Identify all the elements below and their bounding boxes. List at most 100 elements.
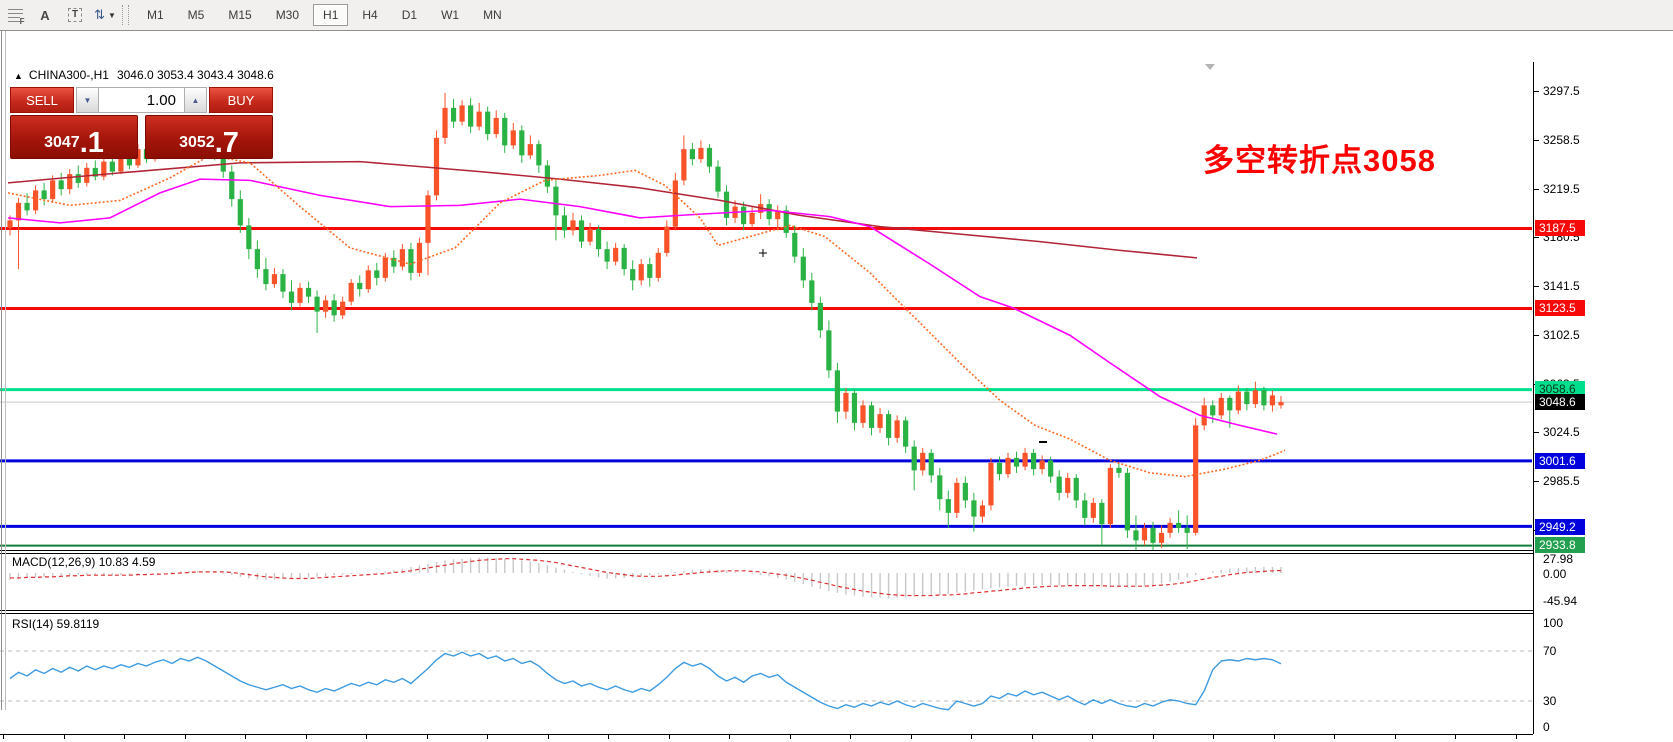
time-tick (548, 735, 549, 739)
axis-tickmark (1534, 189, 1539, 190)
window-left-edge (1, 31, 2, 710)
axis-tick-label: 30 (1543, 694, 1556, 708)
crosshair-icon[interactable]: F (3, 4, 27, 26)
sell-price-box[interactable]: 3047.1 (10, 115, 138, 159)
time-tick (1455, 735, 1456, 739)
text-icon[interactable]: A (33, 4, 57, 26)
ma-fast (8, 155, 1285, 476)
time-tick (608, 735, 609, 739)
buy-price-box[interactable]: 3052.7 (145, 115, 273, 159)
price-axis[interactable]: 3297.53258.53219.53180.53141.53102.53063… (1533, 62, 1673, 734)
time-tick (1274, 735, 1275, 739)
time-tick (427, 735, 428, 739)
ohlc-values: 3046.0 3053.4 3043.4 3048.6 (117, 68, 274, 82)
time-tick (729, 735, 730, 739)
ma-slow (8, 162, 1197, 258)
axis-tick-label: 2985.5 (1543, 474, 1580, 488)
horizontal-levels-layer (0, 229, 1532, 546)
sell-price-main: 3047 (44, 134, 80, 152)
time-tick (669, 735, 670, 739)
chart-shift-marker-icon[interactable] (1205, 64, 1215, 70)
volume-increase-button[interactable]: ▲ (184, 87, 207, 113)
sell-button[interactable]: SELL (10, 87, 74, 113)
time-tick (850, 735, 851, 739)
price-level-badge: 3187.5 (1535, 220, 1585, 236)
axis-tickmark (1534, 237, 1539, 238)
toolbar: F A T ⇅▼ M1M5M15M30H1H4D1W1MN (0, 0, 1673, 31)
time-tick (1516, 735, 1517, 739)
axis-tickmark (1534, 335, 1539, 336)
chart-window: ▲ CHINA300-,H1 3046.0 3053.4 3043.4 3048.6… (0, 31, 1673, 710)
timeframe-m5[interactable]: M5 (178, 4, 215, 26)
price-level-badge: 3048.6 (1535, 394, 1585, 410)
one-click-trading-panel: SELL ▼ 1.00 ▲ BUY 3047.1 3052.7 (10, 87, 273, 159)
panel-separator[interactable] (0, 553, 1533, 554)
arrows-icon[interactable]: ⇅▼ (93, 4, 117, 26)
time-tick (124, 735, 125, 739)
axis-tick-label: 3258.5 (1543, 133, 1580, 147)
sell-price-frac: .1 (80, 130, 104, 156)
timeframe-w1[interactable]: W1 (431, 4, 469, 26)
price-level-badge: 3123.5 (1535, 300, 1585, 316)
time-tick (1153, 735, 1154, 739)
timeframe-bar: M1M5M15M30H1H4D1W1MN (135, 4, 514, 26)
symbol-period: CHINA300-,H1 (29, 68, 109, 82)
ma-mid (8, 179, 1277, 434)
time-axis[interactable] (0, 734, 1533, 742)
timeframe-m1[interactable]: M1 (137, 4, 174, 26)
rsi-label: RSI(14) 59.8119 (12, 617, 99, 631)
axis-tickmark (1534, 432, 1539, 433)
timeframe-m15[interactable]: M15 (218, 4, 261, 26)
panel-separator[interactable] (0, 610, 1533, 611)
window-left-edge (5, 31, 6, 710)
time-tick (911, 735, 912, 739)
axis-tickmark (1534, 140, 1539, 141)
time-tick (366, 735, 367, 739)
panel-separator[interactable] (0, 550, 1533, 551)
timeframe-h4[interactable]: H4 (352, 4, 387, 26)
volume-decrease-button[interactable]: ▼ (76, 87, 99, 113)
axis-tick-label: 3102.5 (1543, 328, 1580, 342)
time-tick (790, 735, 791, 739)
axis-tick-label: -45.94 (1543, 594, 1577, 608)
time-tick (487, 735, 488, 739)
rsi-panel[interactable] (0, 613, 1533, 734)
buy-price-main: 3052 (179, 134, 215, 152)
macd-histogram (10, 558, 1281, 599)
time-tick (971, 735, 972, 739)
axis-tick-label: 3141.5 (1543, 279, 1580, 293)
macd-label: MACD(12,26,9) 10.83 4.59 (12, 555, 155, 569)
time-tick (1334, 735, 1335, 739)
timeframe-h1[interactable]: H1 (313, 4, 348, 26)
macd-signal-line (10, 559, 1281, 596)
buy-button[interactable]: BUY (209, 87, 273, 113)
time-tick (185, 735, 186, 739)
time-tick (306, 735, 307, 739)
axis-tick-label: 70 (1543, 644, 1556, 658)
axis-tickmark (1534, 481, 1539, 482)
chart-title: ▲ CHINA300-,H1 3046.0 3053.4 3043.4 3048.6 (14, 68, 274, 82)
timeframe-m30[interactable]: M30 (266, 4, 309, 26)
timeframe-d1[interactable]: D1 (392, 4, 427, 26)
axis-tickmark (1534, 286, 1539, 287)
time-tick (1395, 735, 1396, 739)
axis-tick-label: 0 (1543, 720, 1550, 734)
axis-tick-label: 3024.5 (1543, 425, 1580, 439)
moving-averages-layer (8, 155, 1285, 476)
collapse-arrow-icon[interactable]: ▲ (14, 71, 23, 81)
time-tick (3, 735, 4, 739)
axis-tick-label: 3219.5 (1543, 182, 1580, 196)
axis-tick-label: 100 (1543, 616, 1563, 630)
price-level-badge: 2949.2 (1535, 519, 1585, 535)
buy-price-frac: .7 (215, 130, 239, 156)
panel-separator[interactable] (0, 613, 1533, 614)
axis-tick-label: 27.98 (1543, 552, 1573, 566)
timeframe-mn[interactable]: MN (473, 4, 512, 26)
volume-input[interactable]: 1.00 (99, 87, 184, 113)
price-level-badge: 2933.8 (1535, 537, 1585, 553)
chart-text-annotation: 多空转折点3058 (1203, 135, 1436, 180)
time-tick (1092, 735, 1093, 739)
macd-panel[interactable] (0, 553, 1533, 610)
text-label-icon[interactable]: T (63, 4, 87, 26)
axis-tickmark (1534, 91, 1539, 92)
